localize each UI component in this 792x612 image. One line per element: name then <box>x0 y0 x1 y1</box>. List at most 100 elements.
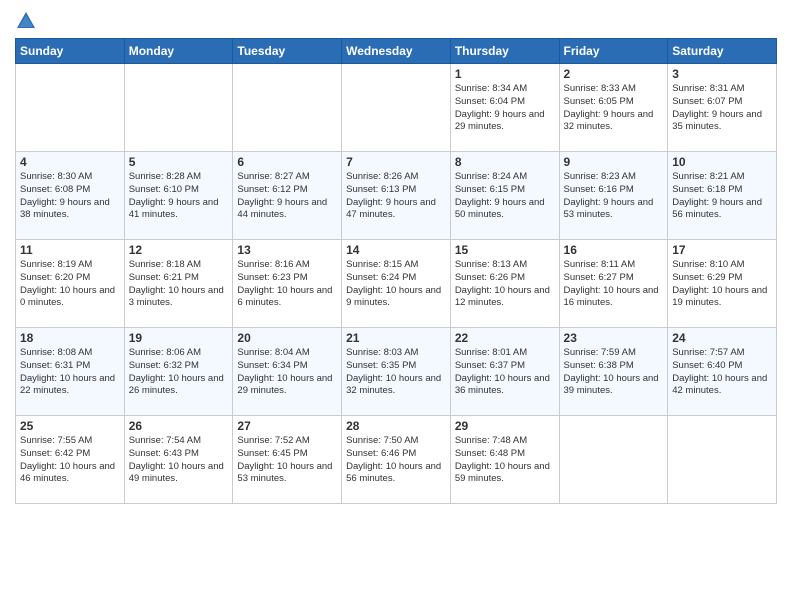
day-number: 9 <box>564 155 664 169</box>
day-cell: 12Sunrise: 8:18 AM Sunset: 6:21 PM Dayli… <box>124 240 233 328</box>
day-info: Sunrise: 8:19 AM Sunset: 6:20 PM Dayligh… <box>20 259 120 310</box>
day-number: 21 <box>346 331 446 345</box>
day-cell: 20Sunrise: 8:04 AM Sunset: 6:34 PM Dayli… <box>233 328 342 416</box>
logo <box>15 10 41 32</box>
day-info: Sunrise: 8:06 AM Sunset: 6:32 PM Dayligh… <box>129 347 229 398</box>
day-info: Sunrise: 7:52 AM Sunset: 6:45 PM Dayligh… <box>237 435 337 486</box>
day-cell: 15Sunrise: 8:13 AM Sunset: 6:26 PM Dayli… <box>450 240 559 328</box>
day-cell: 3 Sunrise: 8:31 AM Sunset: 6:07 PM Daylig… <box>668 64 777 152</box>
day-info: Sunrise: 8:03 AM Sunset: 6:35 PM Dayligh… <box>346 347 446 398</box>
day-number: 20 <box>237 331 337 345</box>
day-info: Sunrise: 7:54 AM Sunset: 6:43 PM Dayligh… <box>129 435 229 486</box>
day-info: Sunrise: 8:31 AM Sunset: 6:07 PM Dayligh… <box>672 83 772 134</box>
day-cell <box>559 416 668 504</box>
day-cell: 4 Sunrise: 8:30 AM Sunset: 6:08 PM Daylig… <box>16 152 125 240</box>
header <box>15 10 777 32</box>
day-info: Sunrise: 8:34 AM Sunset: 6:04 PM Dayligh… <box>455 83 555 134</box>
day-number: 29 <box>455 419 555 433</box>
day-info: Sunrise: 7:59 AM Sunset: 6:38 PM Dayligh… <box>564 347 664 398</box>
day-info: Sunrise: 8:10 AM Sunset: 6:29 PM Dayligh… <box>672 259 772 310</box>
day-cell: 22 Sunrise: 8:01 AM Sunset: 6:37 PM Dayli… <box>450 328 559 416</box>
week-row-5: 25 Sunrise: 7:55 AM Sunset: 6:42 PM Dayli… <box>16 416 777 504</box>
day-header-friday: Friday <box>559 39 668 64</box>
day-number: 11 <box>20 243 120 257</box>
day-cell: 7 Sunrise: 8:26 AM Sunset: 6:13 PM Daylig… <box>342 152 451 240</box>
day-number: 26 <box>129 419 229 433</box>
day-number: 24 <box>672 331 772 345</box>
day-info: Sunrise: 8:33 AM Sunset: 6:05 PM Dayligh… <box>564 83 664 134</box>
day-number: 2 <box>564 67 664 81</box>
day-number: 6 <box>237 155 337 169</box>
day-number: 4 <box>20 155 120 169</box>
day-info: Sunrise: 8:26 AM Sunset: 6:13 PM Dayligh… <box>346 171 446 222</box>
day-number: 15 <box>455 243 555 257</box>
day-info: Sunrise: 8:30 AM Sunset: 6:08 PM Dayligh… <box>20 171 120 222</box>
day-number: 28 <box>346 419 446 433</box>
week-row-4: 18 Sunrise: 8:08 AM Sunset: 6:31 PM Dayli… <box>16 328 777 416</box>
day-cell: 8Sunrise: 8:24 AM Sunset: 6:15 PM Daylig… <box>450 152 559 240</box>
day-info: Sunrise: 8:15 AM Sunset: 6:24 PM Dayligh… <box>346 259 446 310</box>
day-number: 23 <box>564 331 664 345</box>
day-number: 3 <box>672 67 772 81</box>
logo-icon <box>15 10 37 32</box>
day-cell: 28 Sunrise: 7:50 AM Sunset: 6:46 PM Dayli… <box>342 416 451 504</box>
day-number: 1 <box>455 67 555 81</box>
day-number: 18 <box>20 331 120 345</box>
week-row-2: 4 Sunrise: 8:30 AM Sunset: 6:08 PM Daylig… <box>16 152 777 240</box>
day-cell <box>342 64 451 152</box>
day-number: 14 <box>346 243 446 257</box>
day-cell: 19 Sunrise: 8:06 AM Sunset: 6:32 PM Dayli… <box>124 328 233 416</box>
calendar-page: SundayMondayTuesdayWednesdayThursdayFrid… <box>0 0 792 612</box>
day-number: 10 <box>672 155 772 169</box>
day-info: Sunrise: 8:28 AM Sunset: 6:10 PM Dayligh… <box>129 171 229 222</box>
day-cell <box>16 64 125 152</box>
day-cell <box>233 64 342 152</box>
day-info: Sunrise: 7:50 AM Sunset: 6:46 PM Dayligh… <box>346 435 446 486</box>
day-cell: 1 Sunrise: 8:34 AM Sunset: 6:04 PM Daylig… <box>450 64 559 152</box>
day-number: 22 <box>455 331 555 345</box>
day-cell: 10Sunrise: 8:21 AM Sunset: 6:18 PM Dayli… <box>668 152 777 240</box>
day-cell: 2 Sunrise: 8:33 AM Sunset: 6:05 PM Daylig… <box>559 64 668 152</box>
day-header-sunday: Sunday <box>16 39 125 64</box>
day-cell: 5 Sunrise: 8:28 AM Sunset: 6:10 PM Daylig… <box>124 152 233 240</box>
day-info: Sunrise: 7:55 AM Sunset: 6:42 PM Dayligh… <box>20 435 120 486</box>
day-cell: 18 Sunrise: 8:08 AM Sunset: 6:31 PM Dayli… <box>16 328 125 416</box>
day-cell: 6 Sunrise: 8:27 AM Sunset: 6:12 PM Daylig… <box>233 152 342 240</box>
day-info: Sunrise: 7:48 AM Sunset: 6:48 PM Dayligh… <box>455 435 555 486</box>
day-header-monday: Monday <box>124 39 233 64</box>
day-number: 8 <box>455 155 555 169</box>
day-info: Sunrise: 8:23 AM Sunset: 6:16 PM Dayligh… <box>564 171 664 222</box>
day-number: 13 <box>237 243 337 257</box>
header-row: SundayMondayTuesdayWednesdayThursdayFrid… <box>16 39 777 64</box>
day-number: 5 <box>129 155 229 169</box>
day-header-tuesday: Tuesday <box>233 39 342 64</box>
day-cell: 9 Sunrise: 8:23 AM Sunset: 6:16 PM Daylig… <box>559 152 668 240</box>
day-number: 12 <box>129 243 229 257</box>
day-cell: 27 Sunrise: 7:52 AM Sunset: 6:45 PM Dayli… <box>233 416 342 504</box>
day-cell: 26 Sunrise: 7:54 AM Sunset: 6:43 PM Dayli… <box>124 416 233 504</box>
day-number: 16 <box>564 243 664 257</box>
day-cell: 13 Sunrise: 8:16 AM Sunset: 6:23 PM Dayli… <box>233 240 342 328</box>
day-info: Sunrise: 7:57 AM Sunset: 6:40 PM Dayligh… <box>672 347 772 398</box>
day-cell <box>668 416 777 504</box>
day-number: 19 <box>129 331 229 345</box>
day-info: Sunrise: 8:01 AM Sunset: 6:37 PM Dayligh… <box>455 347 555 398</box>
day-cell: 21 Sunrise: 8:03 AM Sunset: 6:35 PM Dayli… <box>342 328 451 416</box>
day-cell: 17Sunrise: 8:10 AM Sunset: 6:29 PM Dayli… <box>668 240 777 328</box>
day-number: 7 <box>346 155 446 169</box>
day-cell: 29 Sunrise: 7:48 AM Sunset: 6:48 PM Dayli… <box>450 416 559 504</box>
day-header-wednesday: Wednesday <box>342 39 451 64</box>
day-cell: 16 Sunrise: 8:11 AM Sunset: 6:27 PM Dayli… <box>559 240 668 328</box>
day-info: Sunrise: 8:16 AM Sunset: 6:23 PM Dayligh… <box>237 259 337 310</box>
day-number: 27 <box>237 419 337 433</box>
day-cell: 14 Sunrise: 8:15 AM Sunset: 6:24 PM Dayli… <box>342 240 451 328</box>
day-header-thursday: Thursday <box>450 39 559 64</box>
day-cell: 25 Sunrise: 7:55 AM Sunset: 6:42 PM Dayli… <box>16 416 125 504</box>
calendar-table: SundayMondayTuesdayWednesdayThursdayFrid… <box>15 38 777 504</box>
day-cell <box>124 64 233 152</box>
day-cell: 24 Sunrise: 7:57 AM Sunset: 6:40 PM Dayli… <box>668 328 777 416</box>
day-info: Sunrise: 8:27 AM Sunset: 6:12 PM Dayligh… <box>237 171 337 222</box>
day-info: Sunrise: 8:08 AM Sunset: 6:31 PM Dayligh… <box>20 347 120 398</box>
day-number: 25 <box>20 419 120 433</box>
day-info: Sunrise: 8:11 AM Sunset: 6:27 PM Dayligh… <box>564 259 664 310</box>
